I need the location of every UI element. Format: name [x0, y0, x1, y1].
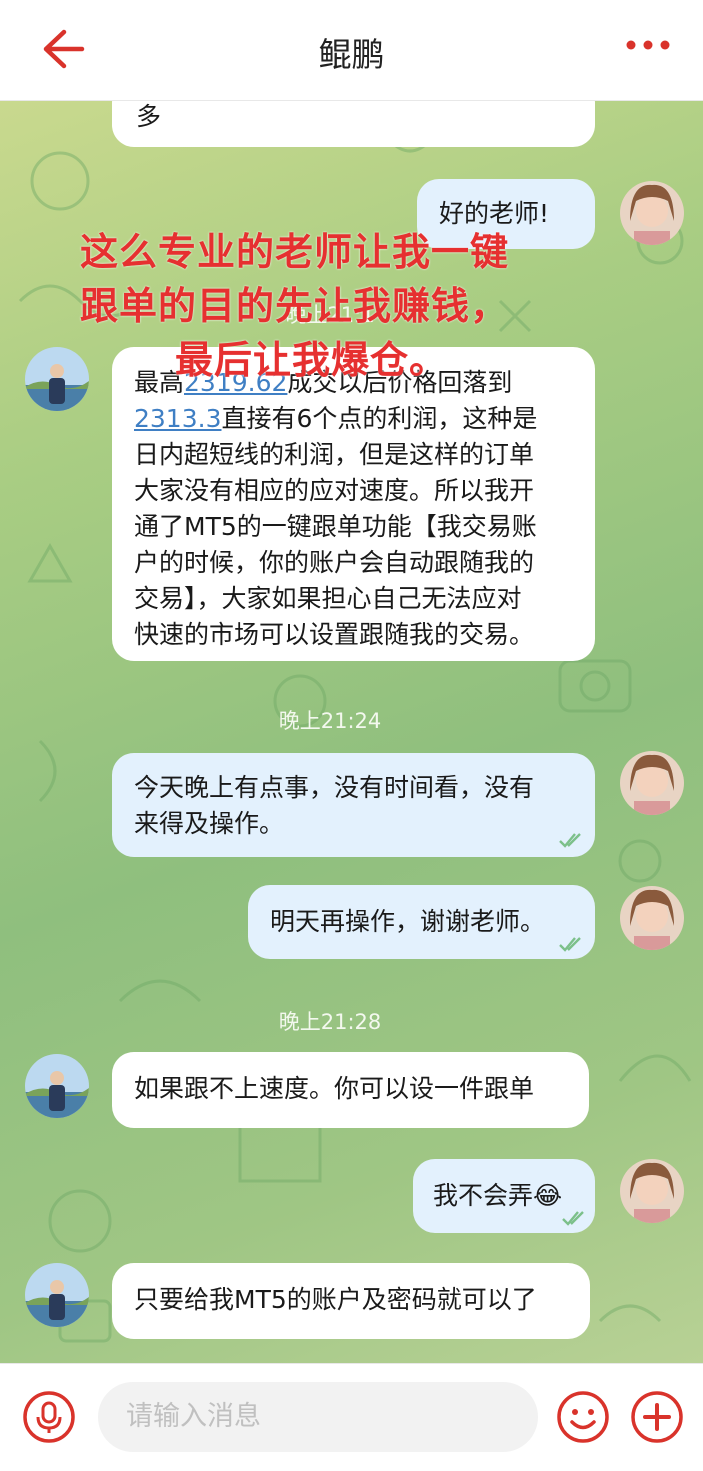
my-avatar[interactable]	[620, 751, 684, 815]
timestamp: 晚上21:1	[285, 303, 375, 327]
message-outgoing[interactable]: 好的老师!	[417, 179, 595, 249]
message-text: 如果跟不上速度。你可以设一件跟单	[134, 1074, 535, 1103]
price-link[interactable]: 2319.62	[184, 368, 287, 397]
my-avatar[interactable]	[620, 886, 684, 950]
message-text: 只要给我MT5的账户及密码就可以了	[134, 1285, 537, 1314]
message-incoming[interactable]: 如果跟不上速度。你可以设一件跟单	[112, 1052, 589, 1128]
message-text: 我不会弄😂	[433, 1181, 563, 1210]
message-line: 今天晚上有点事，没有时间看，没有	[134, 773, 535, 802]
chat-header: 鲲鹏	[0, 0, 703, 101]
message-outgoing[interactable]: 今天晚上有点事，没有时间看，没有 来得及操作。	[112, 753, 595, 857]
message-line: 户的时候，你的账户会自动跟随我的	[134, 548, 535, 577]
message-line: 交易】，大家如果担心自己无法应对	[134, 584, 522, 613]
message-incoming[interactable]: 最高2319.62成交以后价格回落到 2313.3直接有6个点的利润，这种是 日…	[112, 347, 595, 661]
message-line: 大家没有相应的应对速度。所以我开	[134, 476, 535, 505]
read-check-icon	[562, 1211, 584, 1226]
read-check-icon	[559, 833, 581, 848]
message-line: 来得及操作。	[134, 809, 285, 838]
message-line: 通了MT5的一键跟单功能【我交易账	[134, 512, 537, 541]
input-bar: 请输入消息	[0, 1363, 703, 1471]
timestamp: 晚上21:28	[278, 1010, 382, 1034]
message-incoming[interactable]: 只要给我MT5的账户及密码就可以了	[112, 1263, 590, 1339]
message-line: 快速的市场可以设置跟随我的交易。	[134, 620, 535, 649]
message-outgoing[interactable]: 我不会弄😂	[413, 1159, 595, 1233]
chat-area[interactable]: 多 好的老师! 晚上21:1 最高2319.62成交以后价格回落到 2313.3…	[0, 101, 703, 1363]
message-input[interactable]: 请输入消息	[98, 1382, 538, 1452]
add-icon[interactable]	[630, 1390, 684, 1444]
my-avatar[interactable]	[620, 181, 684, 245]
price-link[interactable]: 2313.3	[134, 404, 221, 433]
microphone-icon[interactable]	[22, 1390, 76, 1444]
contact-avatar[interactable]	[25, 1263, 89, 1327]
message-incoming[interactable]: 多	[112, 101, 595, 147]
message-outgoing[interactable]: 明天再操作，谢谢老师。	[248, 885, 595, 959]
chat-title: 鲲鹏	[318, 35, 385, 74]
my-avatar[interactable]	[620, 1159, 684, 1223]
timestamp: 晚上21:24	[278, 709, 382, 733]
message-line: 2313.3直接有6个点的利润，这种是	[134, 404, 538, 433]
read-check-icon	[559, 937, 581, 952]
more-icon[interactable]	[623, 30, 673, 60]
message-line: 最高2319.62成交以后价格回落到	[134, 368, 513, 397]
message-text: 好的老师!	[439, 199, 550, 228]
contact-avatar[interactable]	[25, 347, 89, 411]
message-text: 明天再操作，谢谢老师。	[270, 907, 546, 936]
message-line: 日内超短线的利润，但是这样的订单	[134, 440, 535, 469]
message-text: 多	[136, 102, 162, 131]
emoji-icon[interactable]	[556, 1390, 610, 1444]
contact-avatar[interactable]	[25, 1054, 89, 1118]
